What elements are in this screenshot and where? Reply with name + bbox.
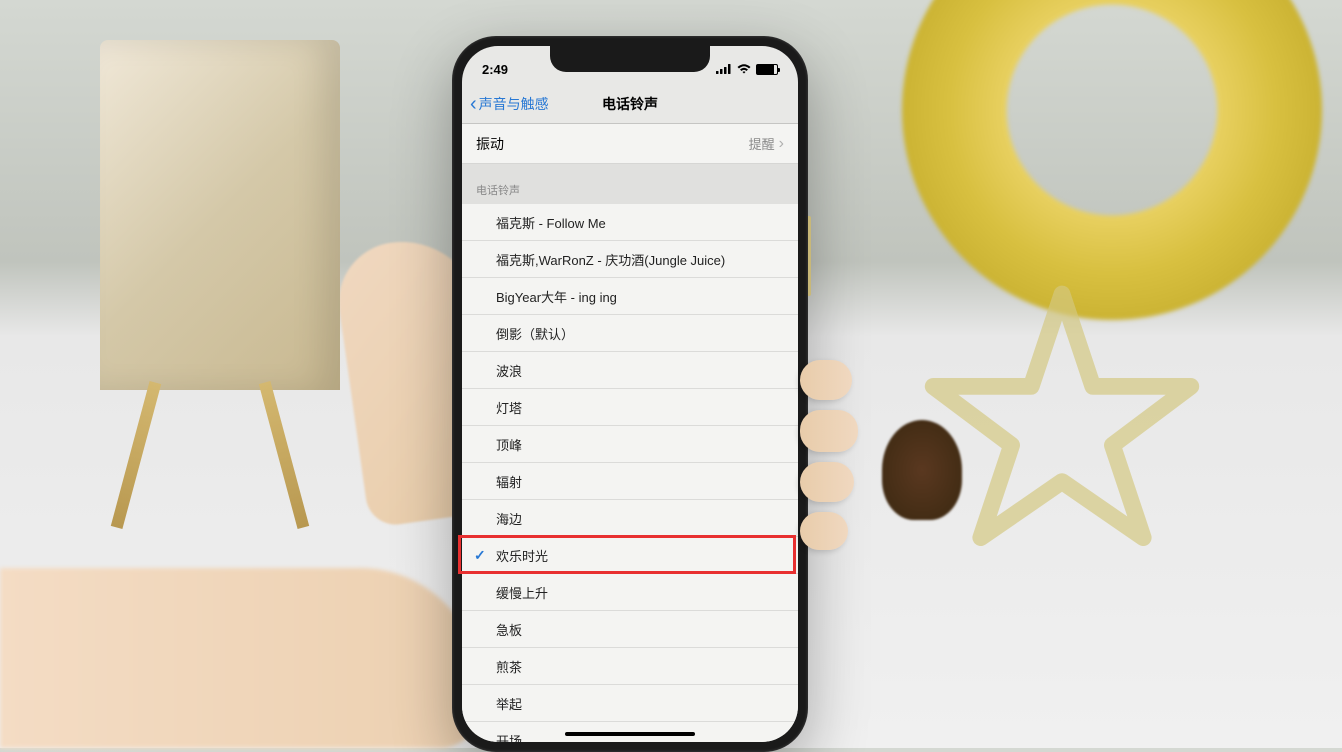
ringtone-item[interactable]: 海边	[462, 500, 798, 537]
back-button[interactable]: ‹ 声音与触感	[470, 94, 549, 114]
ringtone-list[interactable]: 福克斯 - Follow Me 福克斯,WarRonZ - 庆功酒(Jungle …	[462, 204, 798, 742]
ringtone-item[interactable]: 欢乐时光	[462, 537, 798, 574]
ringtone-label: 灯塔	[496, 398, 522, 417]
ringtone-item[interactable]: BigYear大年 - ing ing	[462, 278, 798, 315]
ringtone-item[interactable]: 缓慢上升	[462, 574, 798, 611]
ringtone-item[interactable]: 顶峰	[462, 426, 798, 463]
background-decoration	[100, 40, 340, 390]
vibration-value: 提醒 ›	[749, 134, 784, 153]
home-indicator[interactable]	[565, 732, 695, 736]
ringtone-label: 欢乐时光	[496, 546, 548, 565]
navigation-bar: ‹ 声音与触感 电话铃声	[462, 84, 798, 124]
signal-icon	[716, 64, 732, 74]
phone-frame: 2:49 ‹ 声音与触感 电话铃声	[452, 36, 808, 752]
ringtone-item[interactable]: 福克斯 - Follow Me	[462, 204, 798, 241]
phone-notch	[550, 46, 710, 72]
ringtone-label: 顶峰	[496, 435, 522, 454]
ringtone-label: 开场	[496, 731, 522, 743]
ringtone-label: BigYear大年 - ing ing	[496, 287, 617, 306]
vibration-label: 振动	[476, 134, 504, 154]
ringtone-section-header: 电话铃声	[462, 164, 798, 204]
background-star-decoration	[922, 280, 1202, 560]
phone-side-button	[808, 216, 811, 296]
ringtone-label: 举起	[496, 694, 522, 713]
page-title: 电话铃声	[602, 94, 658, 114]
ringtone-label: 急板	[496, 620, 522, 639]
ringtone-label: 辐射	[496, 472, 522, 491]
ringtone-label: 海边	[496, 509, 522, 528]
vibration-setting-row[interactable]: 振动 提醒 ›	[462, 124, 798, 164]
background-decoration	[130, 380, 310, 530]
ringtone-label: 缓慢上升	[496, 583, 548, 602]
chevron-left-icon: ‹	[470, 94, 477, 114]
phone-screen: 2:49 ‹ 声音与触感 电话铃声	[462, 46, 798, 742]
ringtone-item[interactable]: 倒影（默认）	[462, 315, 798, 352]
ringtone-item[interactable]: 急板	[462, 611, 798, 648]
ringtone-item[interactable]: 灯塔	[462, 389, 798, 426]
hand-decoration	[0, 568, 480, 748]
battery-icon	[756, 64, 778, 75]
back-button-label: 声音与触感	[479, 94, 549, 114]
ringtone-label: 倒影（默认）	[496, 324, 574, 343]
ringtone-item[interactable]: 辐射	[462, 463, 798, 500]
chevron-right-icon: ›	[779, 135, 784, 153]
ringtone-label: 煎茶	[496, 657, 522, 676]
ringtone-label: 福克斯 - Follow Me	[496, 213, 606, 232]
ringtone-item[interactable]: 波浪	[462, 352, 798, 389]
ringtone-item[interactable]: 煎茶	[462, 648, 798, 685]
status-icons	[716, 64, 778, 75]
background-decoration	[902, 0, 1322, 320]
ringtone-label: 波浪	[496, 361, 522, 380]
hand-decoration	[800, 360, 870, 560]
ringtone-label: 福克斯,WarRonZ - 庆功酒(Jungle Juice)	[496, 250, 725, 269]
wifi-icon	[737, 64, 751, 74]
ringtone-item[interactable]: 福克斯,WarRonZ - 庆功酒(Jungle Juice)	[462, 241, 798, 278]
ringtone-item[interactable]: 举起	[462, 685, 798, 722]
